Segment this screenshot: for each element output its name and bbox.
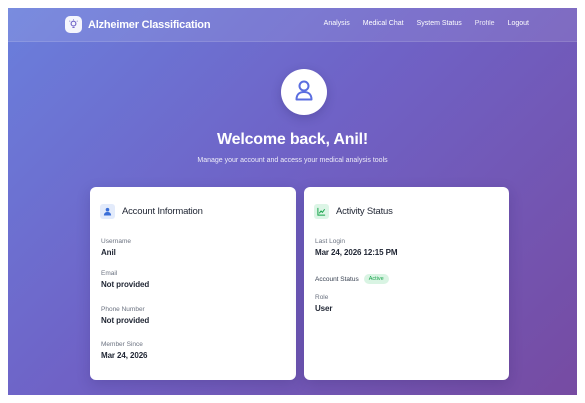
role-field: Role User bbox=[315, 294, 332, 313]
app-window: Alzheimer Classification Analysis Medica… bbox=[8, 8, 577, 395]
nav-analysis[interactable]: Analysis bbox=[324, 20, 350, 27]
card-header: Activity Status bbox=[314, 204, 393, 219]
last-login-field: Last Login Mar 24, 2026 12:15 PM bbox=[315, 238, 398, 257]
status-label: Account Status bbox=[315, 275, 359, 283]
username-field: Username Anil bbox=[101, 238, 131, 257]
field-value: Anil bbox=[101, 248, 116, 257]
page-subtitle: Manage your account and access your medi… bbox=[197, 157, 388, 164]
field-label: Email bbox=[101, 270, 118, 277]
field-label: Role bbox=[315, 294, 329, 301]
chart-icon bbox=[314, 204, 329, 219]
navbar: Alzheimer Classification Analysis Medica… bbox=[8, 8, 577, 42]
field-value: Mar 24, 2026 bbox=[101, 351, 148, 360]
field-label: Last Login bbox=[315, 238, 345, 245]
field-label: Phone Number bbox=[101, 306, 145, 313]
account-information-card: Account Information Username Anil Email … bbox=[90, 187, 296, 380]
app-title: Alzheimer Classification bbox=[88, 18, 211, 31]
status-badge: Active bbox=[363, 274, 389, 284]
nav-profile[interactable]: Profile bbox=[475, 20, 495, 27]
page-title: Welcome back, Anil! bbox=[217, 131, 368, 148]
avatar bbox=[281, 69, 327, 115]
field-label: Username bbox=[101, 238, 131, 245]
field-value: Not provided bbox=[101, 316, 150, 325]
card-header: Account Information bbox=[100, 204, 203, 219]
nav-links: Analysis Medical Chat System Status Prof… bbox=[311, 20, 529, 27]
card-title: Activity Status bbox=[336, 206, 393, 217]
member-since-field: Member Since Mar 24, 2026 bbox=[101, 341, 147, 360]
card-title: Account Information bbox=[122, 206, 203, 217]
nav-logout[interactable]: Logout bbox=[508, 20, 529, 27]
nav-system-status[interactable]: System Status bbox=[417, 20, 462, 27]
field-label: Member Since bbox=[101, 341, 143, 348]
field-value: User bbox=[315, 304, 333, 313]
field-value: Mar 24, 2026 12:15 PM bbox=[315, 248, 398, 257]
activity-status-card: Activity Status Last Login Mar 24, 2026 … bbox=[304, 187, 509, 380]
field-value: Not provided bbox=[101, 280, 150, 289]
user-icon bbox=[294, 79, 314, 106]
brand[interactable]: Alzheimer Classification bbox=[65, 16, 211, 33]
nav-medical-chat[interactable]: Medical Chat bbox=[363, 20, 404, 27]
lightbulb-icon bbox=[65, 16, 82, 33]
person-icon bbox=[100, 204, 115, 219]
phone-field: Phone Number Not provided bbox=[101, 306, 149, 325]
account-status-row: Account Status Active bbox=[315, 274, 389, 284]
email-field: Email Not provided bbox=[101, 270, 149, 289]
